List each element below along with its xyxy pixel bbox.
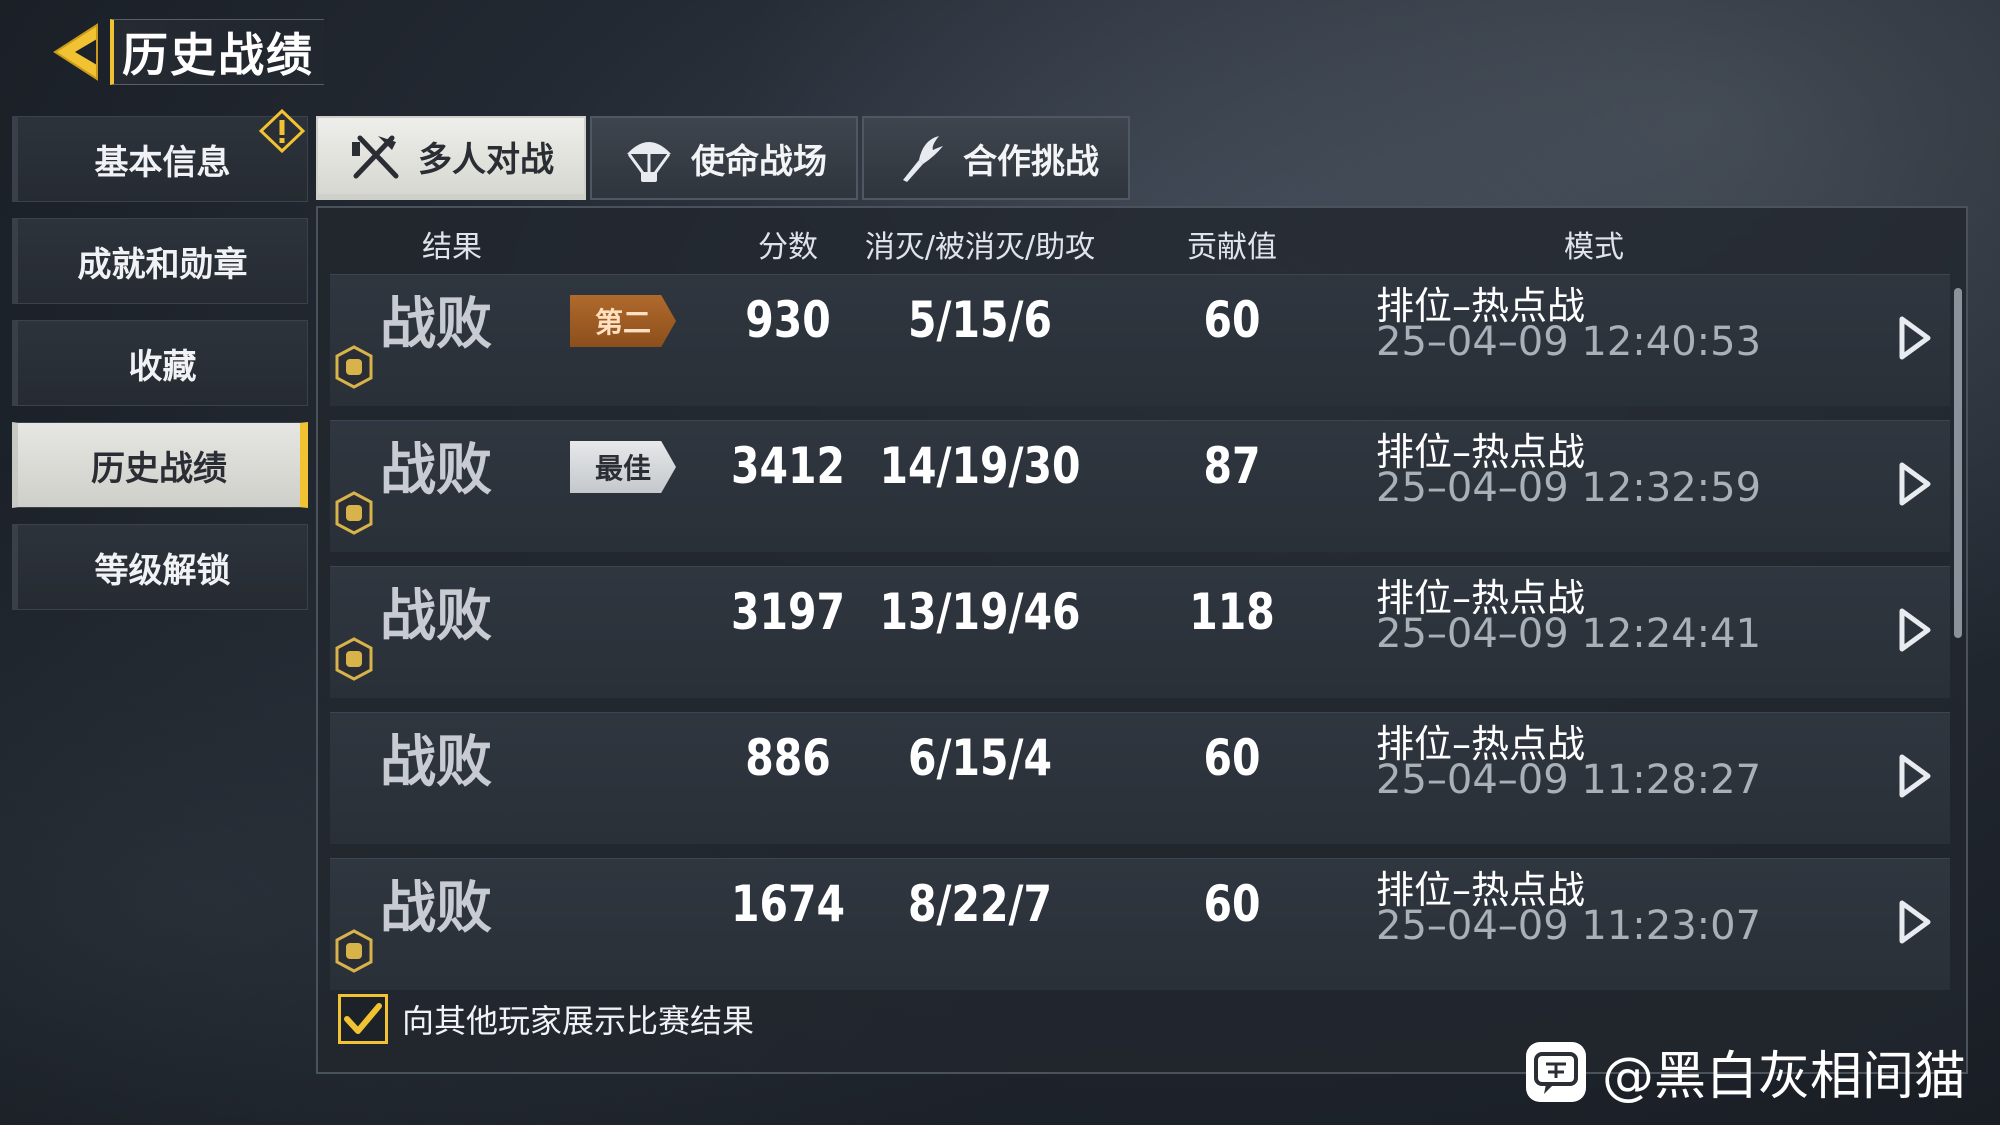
play-arrow-icon[interactable] — [1898, 315, 1932, 361]
page-header: 历史战绩 — [40, 14, 324, 90]
match-result: 战败 — [380, 876, 492, 941]
mode-tabs: 多人对战 使命战场 合作挑战 — [316, 116, 1130, 200]
sidebar-item-basic-info[interactable]: 基本信息 — [12, 109, 308, 202]
rank-badge: 第二 — [570, 295, 676, 347]
sidebar-item-achievements[interactable]: 成就和勋章 — [12, 218, 308, 304]
tab-battle-royale[interactable]: 使命战场 — [590, 116, 858, 200]
page-title: 历史战绩 — [122, 28, 314, 82]
page-title-box: 历史战绩 — [110, 19, 324, 85]
warning-icon — [259, 109, 305, 153]
scrollbar[interactable] — [1954, 288, 1962, 638]
match-score: 1674 — [730, 875, 846, 933]
fist-medal-icon — [335, 929, 373, 973]
match-time: 25–04–09 12:32:59 — [1376, 465, 1762, 511]
sidebar-item-label: 基本信息 — [94, 142, 231, 183]
match-time: 25–04–09 11:28:27 — [1376, 757, 1762, 803]
header-mode: 模式 — [1564, 230, 1624, 265]
match-contribution: 60 — [1203, 729, 1261, 787]
sidebar-item-label: 等级解锁 — [94, 550, 231, 591]
tab-label: 合作挑战 — [963, 141, 1099, 182]
sidebar-item-label: 历史战绩 — [91, 448, 227, 489]
match-row[interactable]: 战败 1674 8/22/7 60 排位–热点战 25–04–09 11:23:… — [330, 858, 1950, 990]
match-time: 25–04–09 12:24:41 — [1376, 611, 1762, 657]
tieba-icon — [1526, 1041, 1586, 1102]
show-results-checkbox[interactable] — [338, 994, 388, 1044]
checkmark-icon — [344, 1003, 382, 1034]
match-kda: 13/19/46 — [879, 583, 1081, 641]
match-kda: 14/19/30 — [879, 437, 1081, 495]
match-kda: 8/22/7 — [907, 875, 1053, 933]
fist-medal-icon — [335, 491, 373, 535]
match-row[interactable]: 战败 886 6/15/4 60 排位–热点战 25–04–09 11:28:2… — [330, 712, 1950, 844]
play-arrow-icon[interactable] — [1898, 461, 1932, 507]
match-result: 战败 — [380, 292, 492, 357]
show-results-label: 向其他玩家展示比赛结果 — [402, 1002, 755, 1040]
header-contribution: 贡献值 — [1187, 230, 1277, 265]
fist-medal-icon — [335, 637, 373, 681]
share-results-option: 向其他玩家展示比赛结果 — [338, 994, 754, 1044]
match-contribution: 87 — [1203, 437, 1261, 495]
match-score: 930 — [745, 291, 831, 349]
match-score: 3412 — [730, 437, 846, 495]
match-contribution: 118 — [1189, 583, 1275, 641]
tab-multiplayer[interactable]: 多人对战 — [316, 116, 586, 200]
sidebar-item-match-history[interactable]: 历史战绩 — [12, 422, 308, 508]
sidebar-item-collection[interactable]: 收藏 — [12, 320, 308, 406]
match-kda: 6/15/4 — [907, 729, 1053, 787]
header-score: 分数 — [758, 230, 818, 265]
sidebar: 基本信息 成就和勋章 收藏 历史战绩 等级解锁 — [12, 109, 308, 626]
match-result: 战败 — [380, 730, 492, 795]
match-row[interactable]: 战败 第二 930 5/15/6 60 排位–热点战 25–04–09 12:4… — [330, 274, 1950, 406]
match-result: 战败 — [380, 438, 492, 503]
crossed-weapons-icon — [352, 135, 399, 179]
match-result: 战败 — [380, 584, 492, 649]
watermark: @黑白灰相间猫 — [1524, 1034, 1966, 1109]
play-arrow-icon[interactable] — [1898, 899, 1932, 945]
match-score: 3197 — [730, 583, 846, 641]
mvp-badge: 最佳 — [570, 441, 676, 493]
match-row[interactable]: 战败 3197 13/19/46 118 排位–热点战 25–04–09 12:… — [330, 566, 1950, 698]
back-button[interactable] — [40, 14, 110, 90]
tab-label: 多人对战 — [418, 139, 554, 180]
match-time: 25–04–09 12:40:53 — [1376, 319, 1762, 365]
back-arrow-icon — [53, 23, 98, 81]
sidebar-item-level-unlocks[interactable]: 等级解锁 — [12, 524, 308, 610]
match-history-panel: 结果 分数 消灭/被消灭/助攻 贡献值 模式 战败 第二 930 5/15/6 … — [316, 206, 1968, 1074]
header-kda: 消灭/被消灭/助攻 — [864, 230, 1096, 265]
sidebar-item-label: 成就和勋章 — [77, 244, 248, 285]
claw-icon — [903, 136, 943, 182]
fist-medal-icon — [335, 345, 373, 389]
tab-label: 使命战场 — [691, 141, 827, 182]
match-kda: 5/15/6 — [907, 291, 1053, 349]
match-list: 战败 第二 930 5/15/6 60 排位–热点战 25–04–09 12:4… — [330, 274, 1950, 1004]
sidebar-item-label: 收藏 — [128, 346, 197, 387]
play-arrow-icon[interactable] — [1898, 607, 1932, 653]
play-arrow-icon[interactable] — [1898, 753, 1932, 799]
match-score: 886 — [745, 729, 831, 787]
match-row[interactable]: 战败 最佳 3412 14/19/30 87 排位–热点战 25–04–09 1… — [330, 420, 1950, 552]
tab-coop[interactable]: 合作挑战 — [862, 116, 1130, 200]
match-contribution: 60 — [1203, 875, 1261, 933]
header-result: 结果 — [422, 230, 482, 265]
match-contribution: 60 — [1203, 291, 1261, 349]
match-time: 25–04–09 11:23:07 — [1376, 903, 1762, 949]
parachute-icon — [627, 142, 671, 182]
table-header: 结果 分数 消灭/被消灭/助攻 贡献值 模式 — [318, 208, 1970, 274]
watermark-text: @黑白灰相间猫 — [1602, 1047, 1967, 1107]
